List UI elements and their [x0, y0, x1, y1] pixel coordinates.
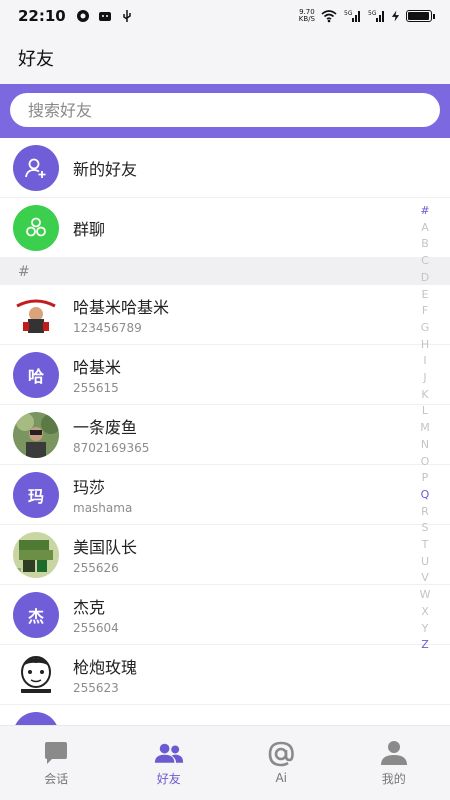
index-letter[interactable]: I: [423, 353, 426, 370]
contact-id: 255623: [73, 681, 119, 695]
index-letter[interactable]: A: [421, 220, 429, 237]
new-friends-item[interactable]: 新的好友: [0, 138, 450, 198]
group-chat-label: 群聊: [73, 219, 106, 239]
nav-tab-chats[interactable]: 会话: [0, 726, 113, 800]
index-letter[interactable]: T: [422, 537, 429, 554]
contact-row[interactable]: 枪炮玫瑰 255623: [0, 645, 450, 705]
contact-avatar-letter: 玛: [13, 471, 59, 518]
index-letter[interactable]: Y: [422, 621, 429, 638]
svg-text:5G: 5G: [368, 10, 377, 17]
contact-row[interactable]: 美国队长 255626: [0, 525, 450, 585]
index-letter[interactable]: H: [421, 337, 429, 354]
friends-icon: [154, 740, 184, 766]
contact-avatar-image: [13, 291, 59, 338]
index-letter[interactable]: Z: [421, 637, 429, 654]
usb-icon: [123, 10, 131, 22]
nav-label: 我的: [381, 771, 406, 786]
index-letter[interactable]: P: [422, 470, 429, 487]
page-title: 好友: [18, 49, 54, 70]
index-letter[interactable]: F: [422, 303, 428, 320]
contact-avatar-image: [13, 531, 59, 578]
index-letter[interactable]: N: [421, 437, 429, 454]
search-bar: [0, 84, 450, 138]
index-letter[interactable]: L: [422, 403, 428, 420]
contact-id: 123456789: [73, 321, 142, 335]
nav-label: 好友: [156, 771, 181, 786]
index-letter[interactable]: G: [421, 320, 430, 337]
contact-row[interactable]: 哈 哈基米 255615: [0, 345, 450, 405]
contact-id: 8702169365: [73, 441, 150, 455]
index-letter[interactable]: V: [421, 570, 429, 587]
contact-name: 杰克: [73, 598, 106, 617]
index-letter[interactable]: J: [423, 370, 426, 387]
index-letter[interactable]: D: [421, 270, 429, 287]
index-letter[interactable]: Q: [421, 487, 430, 504]
chat-bubble-icon: [41, 740, 71, 766]
notification-app-icon: [76, 10, 89, 22]
nav-label: 会话: [44, 771, 69, 786]
contact-name: 一条废鱼: [73, 418, 138, 437]
contact-id: 255615: [73, 381, 119, 395]
index-letter[interactable]: #: [420, 203, 429, 220]
nav-tab-me[interactable]: 我的: [338, 726, 450, 800]
contact-id: 255626: [73, 561, 119, 575]
contact-id: mashama: [73, 501, 133, 515]
app-header: 好友: [0, 32, 450, 84]
contact-row[interactable]: 玛 玛莎 mashama: [0, 465, 450, 525]
at-sign-icon: [266, 741, 296, 767]
signal-icon-2: 5G: [368, 10, 384, 22]
nav-label: Ai: [275, 771, 288, 785]
contact-avatar-letter: 哈: [13, 351, 59, 398]
nav-tab-ai[interactable]: Ai: [225, 726, 338, 800]
nav-tab-friends[interactable]: 好友: [113, 726, 226, 800]
index-letter[interactable]: X: [421, 604, 429, 621]
group-chat-item[interactable]: 群聊: [0, 198, 450, 258]
contact-name: 哈基米哈基米: [73, 298, 170, 317]
index-letter[interactable]: B: [421, 236, 429, 253]
index-letter[interactable]: E: [422, 287, 429, 304]
alphabet-index-bar[interactable]: # A B C D E F G H I J K L M N O P Q R S T U V W X Y Z: [420, 203, 431, 654]
status-time: 22:10: [18, 7, 66, 25]
search-input[interactable]: [10, 93, 440, 127]
wifi-icon: [321, 10, 337, 23]
section-header: #: [0, 258, 450, 285]
contact-id: 255604: [73, 621, 119, 635]
contact-row[interactable]: 一条废鱼 8702169365: [0, 405, 450, 465]
contact-row[interactable]: 哈基米哈基米 123456789: [0, 285, 450, 345]
contact-avatar-image: [13, 411, 59, 458]
network-speed: 9.70 KB/S: [298, 8, 315, 23]
status-system-icons: 9.70 KB/S 5G 5G: [298, 8, 435, 23]
contact-row-partial[interactable]: [0, 705, 450, 725]
new-friends-label: 新的好友: [73, 159, 138, 179]
svg-text:5G: 5G: [344, 10, 353, 17]
index-letter[interactable]: U: [421, 554, 429, 571]
signal-icon-1: 5G: [344, 10, 360, 22]
android-icon: [98, 12, 111, 21]
charging-icon: [391, 10, 400, 22]
contact-name: 玛莎: [73, 478, 106, 497]
index-letter[interactable]: S: [422, 520, 429, 537]
contact-row[interactable]: 杰 杰克 255604: [0, 585, 450, 645]
index-letter[interactable]: K: [421, 387, 428, 404]
index-letter[interactable]: O: [421, 454, 430, 471]
index-letter[interactable]: R: [421, 504, 429, 521]
status-notification-icons: [76, 9, 134, 23]
index-letter[interactable]: M: [420, 420, 430, 437]
friend-list[interactable]: 新的好友 群聊 # 哈基米哈基米 123456789 哈 哈基米 255615 …: [0, 138, 450, 725]
group-chat-icon: [13, 204, 59, 251]
contact-name: 枪炮玫瑰: [73, 658, 138, 677]
contact-avatar-letter: 杰: [13, 591, 59, 638]
status-bar: 22:10 9.70 KB/S 5G 5G: [0, 0, 450, 32]
contact-avatar-letter: [13, 711, 59, 725]
index-letter[interactable]: C: [421, 253, 429, 270]
bottom-navigation: 会话 好友 Ai 我的: [0, 725, 450, 800]
contact-avatar-image: [13, 651, 59, 698]
battery-icon: [406, 10, 435, 22]
contact-name: 哈基米: [73, 358, 122, 377]
profile-icon: [379, 740, 409, 766]
add-user-icon: [13, 144, 59, 191]
contact-name: 美国队长: [73, 538, 138, 557]
index-letter[interactable]: W: [420, 587, 431, 604]
